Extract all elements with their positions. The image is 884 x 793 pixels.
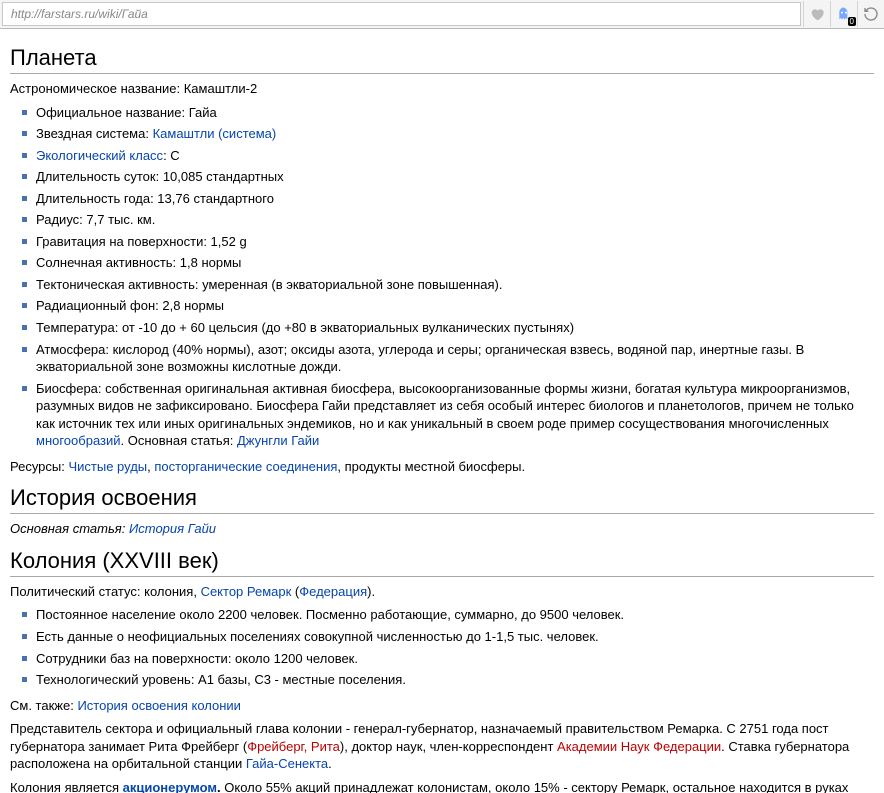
governor-paragraph: Представитель сектора и официальный глав…: [10, 720, 874, 773]
page-content: Планета Астрономическое название: Камашт…: [0, 29, 884, 793]
address-bar: 0: [0, 0, 884, 29]
list-item: Гравитация на поверхности: 1,52 g: [36, 233, 874, 251]
ghost-icon[interactable]: 0: [830, 1, 857, 27]
link-eco-class[interactable]: Экологический класс: [36, 148, 163, 163]
list-item: Длительность суток: 10,085 стандартных: [36, 168, 874, 186]
planet-list: Официальное название: Гайа Звездная сист…: [10, 104, 874, 450]
url-input[interactable]: [9, 6, 794, 22]
ghost-badge: 0: [848, 17, 856, 26]
list-item: Тектоническая активность: умеренная (в э…: [36, 276, 874, 294]
list-item: Официальное название: Гайа: [36, 104, 874, 122]
list-item: Температура: от -10 до + 60 цельсия (до …: [36, 319, 874, 337]
refresh-icon[interactable]: [857, 1, 884, 27]
heading-history: История освоения: [10, 485, 874, 514]
see-also: См. также: История освоения колонии: [10, 697, 874, 715]
link-federation[interactable]: Федерация: [299, 584, 367, 599]
link-colony-history[interactable]: История освоения колонии: [77, 698, 241, 713]
link-manifolds[interactable]: многообразий: [36, 433, 121, 448]
link-pure-ores[interactable]: Чистые руды: [68, 459, 147, 474]
astro-name: Астрономическое название: Камаштли-2: [10, 80, 874, 98]
list-item: Есть данные о неофициальных поселениях с…: [36, 628, 874, 646]
list-item: Экологический класс: С: [36, 147, 874, 165]
link-jungle[interactable]: Джунгли Гайи: [237, 433, 319, 448]
list-item: Биосфера: собственная оригинальная актив…: [36, 380, 874, 450]
colony-list: Постоянное население около 2200 человек.…: [10, 606, 874, 688]
list-item: Звездная система: Камаштли (система): [36, 125, 874, 143]
link-postorganic[interactable]: посторганические соединения: [154, 459, 337, 474]
list-item: Технологический уровень: A1 базы, C3 - м…: [36, 671, 874, 689]
heading-planet: Планета: [10, 45, 874, 74]
link-star-system[interactable]: Камаштли (система): [153, 126, 277, 141]
history-main-article: Основная статья: История Гайи: [10, 520, 874, 538]
link-aktsionerium[interactable]: акционерумом: [123, 780, 217, 793]
resources-line: Ресурсы: Чистые руды, посторганические с…: [10, 458, 874, 476]
link-senekta[interactable]: Гайа-Сенекта: [246, 756, 328, 771]
link-freiberg[interactable]: Фрейберг, Рита: [247, 739, 340, 754]
url-field-wrapper[interactable]: [2, 2, 801, 26]
list-item: Атмосфера: кислород (40% нормы), азот; о…: [36, 341, 874, 376]
list-item: Радиус: 7,7 тыс. км.: [36, 211, 874, 229]
shares-paragraph: Колония является акционерумом. Около 55%…: [10, 779, 874, 793]
list-item: Длительность года: 13,76 стандартного: [36, 190, 874, 208]
heading-colony: Колония (XXVIII век): [10, 548, 874, 577]
link-academy[interactable]: Академии Наук Федерации: [557, 739, 721, 754]
list-item: Радиационный фон: 2,8 нормы: [36, 297, 874, 315]
list-item: Постоянное население около 2200 человек.…: [36, 606, 874, 624]
heart-icon[interactable]: [803, 1, 830, 27]
political-status: Политический статус: колония, Сектор Рем…: [10, 583, 874, 601]
link-sector-remark[interactable]: Сектор Ремарк: [201, 584, 292, 599]
link-history[interactable]: История Гайи: [129, 521, 216, 536]
list-item: Сотрудники баз на поверхности: около 120…: [36, 650, 874, 668]
list-item: Солнечная активность: 1,8 нормы: [36, 254, 874, 272]
